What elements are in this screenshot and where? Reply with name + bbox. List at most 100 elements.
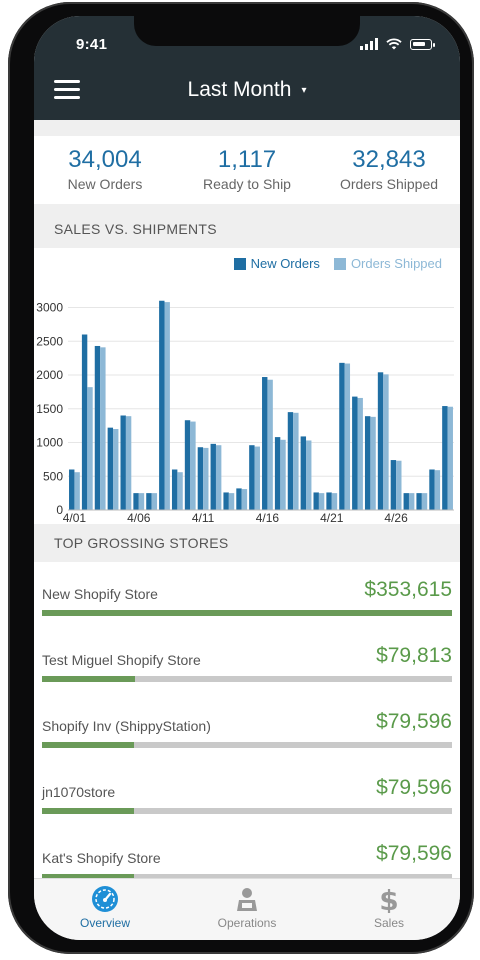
store-progress-track (42, 676, 452, 682)
bar-orders-shipped (177, 472, 183, 510)
bar-orders-shipped (280, 439, 286, 510)
y-tick-label: 2000 (36, 368, 63, 382)
bar-new-orders (236, 488, 242, 510)
tab-operations[interactable]: Operations (176, 879, 318, 940)
store-name: New Shopify Store (42, 586, 158, 602)
bar-new-orders (364, 416, 371, 510)
bar-new-orders (171, 469, 178, 510)
tab-sales[interactable]: $ Sales (318, 879, 460, 940)
bar-new-orders (120, 415, 126, 510)
signal-icon (360, 38, 378, 50)
stat-new-orders[interactable]: 34,004 New Orders (34, 136, 176, 204)
bar-new-orders (94, 345, 101, 510)
tab-label: Sales (373, 916, 405, 930)
bar-orders-shipped (396, 460, 402, 510)
store-progress-track (42, 610, 452, 616)
bar-new-orders (403, 493, 409, 510)
bar-orders-shipped (74, 472, 80, 510)
bar-orders-shipped (344, 363, 351, 510)
bar-orders-shipped (357, 397, 363, 510)
store-row[interactable]: New Shopify Store $353,615 (34, 562, 460, 628)
x-tick-label: 4/11 (192, 511, 215, 524)
period-title: Last Month (187, 78, 292, 101)
bar-new-orders (223, 492, 229, 510)
store-row[interactable]: Test Miguel Shopify Store $79,813 (34, 628, 460, 694)
y-tick-label: 500 (43, 469, 63, 483)
store-progress-track (42, 742, 452, 748)
bar-new-orders (352, 396, 358, 510)
x-tick-label: 4/21 (320, 511, 344, 524)
bar-orders-shipped (293, 412, 299, 510)
bar-orders-shipped (434, 470, 441, 510)
stat-label: New Orders (67, 176, 143, 192)
bar-new-orders (69, 469, 75, 510)
bar-new-orders (159, 300, 165, 510)
sales-chart: 0500100015002000250030004/01 4/06 4/11 4/16… (36, 300, 454, 524)
x-tick-label: 4/06 (127, 511, 151, 524)
device-notch (134, 16, 360, 46)
app-header: 9:41 Last Month ▾ (34, 16, 460, 120)
store-name: Kat's Shopify Store (42, 850, 161, 866)
sales-section-title: SALES VS. SHIPMENTS (34, 210, 460, 248)
stat-orders-shipped[interactable]: 32,843 Orders Shipped (318, 136, 460, 204)
bar-orders-shipped (370, 416, 376, 510)
bar-new-orders (442, 406, 448, 510)
stat-ready-to-ship[interactable]: 1,117 Ready to Ship (176, 136, 318, 204)
store-progress-fill (42, 742, 135, 748)
bar-new-orders (107, 427, 114, 510)
sales-chart-panel: New Orders Orders Shipped 0 500 1000 1500 20… (34, 248, 460, 524)
operator-icon (237, 888, 257, 911)
bar-orders-shipped (408, 493, 415, 510)
bar-new-orders (249, 445, 255, 510)
bar-orders-shipped (190, 421, 196, 510)
store-amount: $353,615 (364, 578, 452, 601)
wifi-icon (386, 38, 402, 50)
store-row[interactable]: jn1070store $79,596 (34, 760, 460, 826)
store-amount: $79,596 (376, 710, 452, 733)
bar-new-orders (197, 447, 204, 510)
bar-orders-shipped (113, 429, 119, 510)
store-progress-fill (42, 676, 135, 682)
store-name: Shopify Inv (ShippyStation) (42, 718, 211, 734)
bar-orders-shipped (421, 493, 428, 510)
bar-new-orders (184, 420, 191, 510)
bar-new-orders (133, 493, 139, 510)
bar-new-orders (262, 377, 268, 510)
store-progress-fill (42, 808, 135, 814)
bottom-tab-bar: Overview Operations $ Sales (34, 878, 460, 940)
bar-orders-shipped (87, 387, 93, 510)
bar-orders-shipped (254, 446, 260, 510)
store-amount: $79,596 (376, 842, 452, 865)
bar-orders-shipped (383, 374, 389, 510)
bar-new-orders (416, 493, 422, 510)
bar-new-orders (313, 492, 319, 510)
bar-orders-shipped (306, 440, 312, 510)
bar-new-orders (429, 469, 435, 510)
bar-new-orders (210, 443, 216, 510)
stat-value: 1,117 (217, 146, 277, 173)
period-selector[interactable]: Last Month ▾ (34, 78, 460, 102)
bar-orders-shipped (125, 416, 132, 510)
bar-new-orders (146, 493, 152, 510)
bar-orders-shipped (318, 493, 325, 510)
store-amount: $79,596 (376, 776, 452, 799)
bar-new-orders (390, 460, 397, 510)
bar-orders-shipped (447, 406, 453, 510)
x-tick-label: 4/01 (63, 511, 87, 524)
bar-orders-shipped (267, 379, 273, 510)
stores-list: New Shopify Store $353,615 Test Miguel S… (34, 562, 460, 892)
stat-value: 32,843 (352, 146, 426, 173)
svg-text:$: $ (379, 885, 398, 913)
store-row[interactable]: Shopify Inv (ShippyStation) $79,596 (34, 694, 460, 760)
bar-orders-shipped (164, 302, 170, 510)
y-tick-label: 1000 (36, 436, 63, 450)
bar-new-orders (326, 492, 332, 510)
bar-orders-shipped (151, 493, 158, 510)
gauge-icon (92, 886, 118, 912)
bar-orders-shipped (100, 347, 106, 510)
x-tick-label: 4/16 (256, 511, 280, 524)
tab-overview[interactable]: Overview (34, 879, 176, 940)
store-amount: $79,813 (376, 644, 452, 667)
stat-label: Ready to Ship (203, 176, 291, 192)
bar-new-orders (377, 372, 384, 510)
